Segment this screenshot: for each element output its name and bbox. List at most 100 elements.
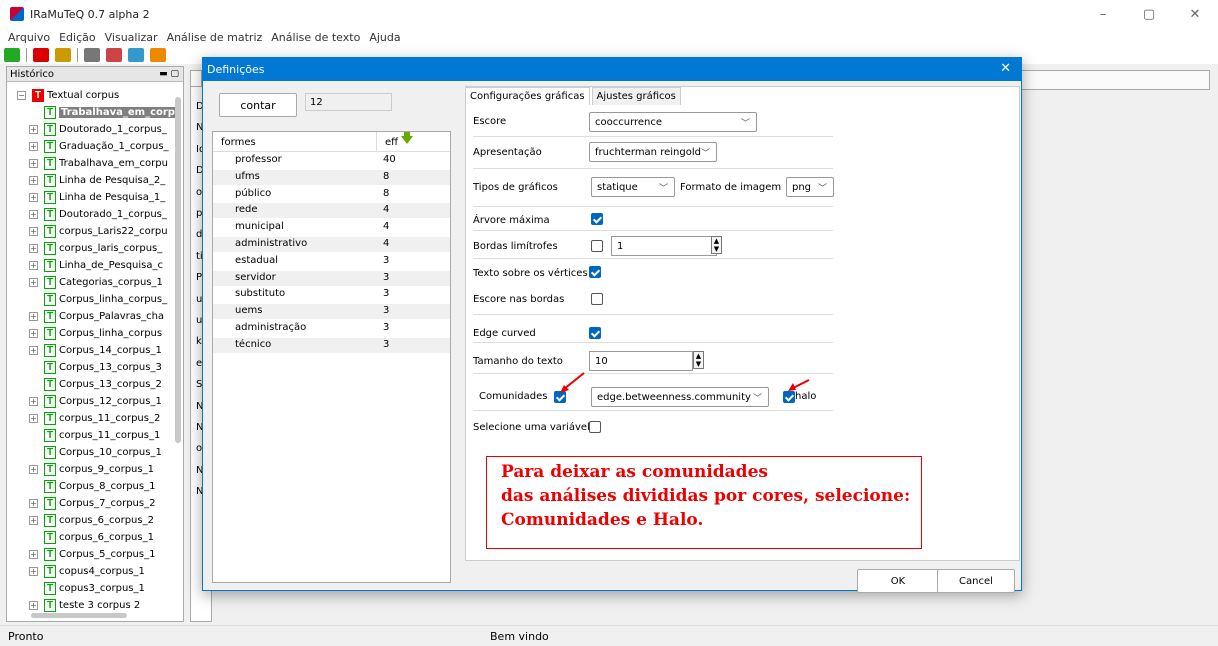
expand-icon[interactable]: + [29, 261, 38, 270]
expand-icon[interactable]: + [29, 465, 38, 474]
tree-item[interactable]: + T Corpus_linha_corpus [7, 325, 183, 342]
menu-ajuda[interactable]: Ajuda [369, 31, 400, 44]
menu-arquivo[interactable]: Arquivo [8, 31, 50, 44]
tree-item[interactable]: T Corpus_10_corpus_1 [7, 444, 183, 461]
maximize-button[interactable]: ▢ [1126, 0, 1172, 28]
image-format-select[interactable]: png ﹀ [786, 177, 834, 197]
column-eff[interactable]: eff [385, 137, 398, 148]
tree-item[interactable]: + T Linha_de_Pesquisa_c [7, 257, 183, 274]
communities-select[interactable]: edge.betweenness.community ﹀ [591, 387, 769, 407]
tree-item[interactable]: − T Textual corpus [7, 87, 183, 104]
count-button[interactable]: contar [219, 93, 297, 117]
expand-icon[interactable]: + [29, 397, 38, 406]
menu-analise-texto[interactable]: Análise de texto [271, 31, 360, 44]
collapse-icon[interactable]: − [17, 91, 26, 100]
list-item[interactable]: professor 40 [213, 153, 450, 168]
tool-icon[interactable] [55, 48, 71, 62]
expand-icon[interactable]: + [29, 414, 38, 423]
expand-icon[interactable]: + [29, 159, 38, 168]
tree-item[interactable]: T Corpus_linha_corpus_ [7, 291, 183, 308]
close-window-button[interactable]: ✕ [1172, 0, 1218, 28]
text-size-spin[interactable]: 10 [589, 351, 693, 371]
menu-edicao[interactable]: Edição [59, 31, 96, 44]
list-item[interactable]: ufms 8 [213, 169, 450, 185]
tree-item[interactable]: Tcorpus_11_corpus_1 [7, 427, 183, 444]
borders-checkbox[interactable] [591, 240, 603, 252]
tree-item[interactable]: T Corpus_13_corpus_2 [7, 376, 183, 393]
tree-item[interactable]: + T Corpus_Palavras_cha [7, 308, 183, 325]
list-item[interactable]: substituto 3 [213, 287, 450, 302]
expand-icon[interactable]: + [29, 210, 38, 219]
expand-icon[interactable]: + [29, 329, 38, 338]
minimize-button[interactable]: – [1080, 0, 1126, 28]
menu-visualizar[interactable]: Visualizar [105, 31, 158, 44]
score-select[interactable]: cooccurrence ﹀ [589, 112, 757, 132]
tree-item[interactable]: + T Corpus_14_corpus_1 [7, 342, 183, 359]
spec-icon[interactable] [150, 48, 166, 62]
tree-item[interactable]: + T Linha de Pesquisa_1_ [7, 189, 183, 206]
text-size-spin-arrows-icon[interactable]: ▲ ▼ [693, 351, 704, 369]
expand-icon[interactable]: + [29, 142, 38, 151]
presentation-select[interactable]: fruchterman reingold ﹀ [589, 142, 717, 162]
expand-icon[interactable]: + [29, 278, 38, 287]
tree-item[interactable]: + T Linha de Pesquisa_2_ [7, 172, 183, 189]
list-item[interactable]: uems 3 [213, 304, 450, 320]
expand-icon[interactable]: + [29, 125, 38, 134]
variable-checkbox[interactable] [589, 421, 601, 433]
list-item[interactable]: municipal 4 [213, 220, 450, 235]
list-item[interactable]: rede 4 [213, 203, 450, 219]
list-item[interactable]: servidor 3 [213, 270, 450, 286]
tree-item[interactable]: + T Corpus_5_corpus_1 [7, 546, 183, 563]
expand-icon[interactable]: + [29, 516, 38, 525]
tab-graphic-config[interactable]: Configurações gráficas [465, 87, 590, 105]
expand-icon[interactable]: + [29, 601, 38, 610]
tree-item[interactable]: + Tcorpus_Laris22_corpu [7, 223, 183, 240]
dialog-close-icon[interactable]: ✕ [1000, 61, 1011, 76]
max-tree-checkbox[interactable] [591, 213, 603, 225]
expand-icon[interactable]: + [29, 567, 38, 576]
tree-item[interactable]: + T Corpus_12_corpus_1 [7, 393, 183, 410]
tree-item[interactable]: + T Corpus_7_corpus_2 [7, 495, 183, 512]
panel-controls-icon[interactable]: ▬ ▢ [159, 69, 183, 79]
graph-type-select[interactable]: statique ﹀ [591, 177, 675, 197]
borders-spin-arrows-icon[interactable]: ▲ ▼ [711, 236, 722, 254]
expand-icon[interactable]: + [29, 244, 38, 253]
tree-item[interactable]: Tcopus3_corpus_1 [7, 580, 183, 597]
borders-spin[interactable]: 1 [611, 236, 717, 256]
edge-score-checkbox[interactable] [591, 293, 603, 305]
forms-list[interactable]: formes eff professor 40 ufms 8 público 8 rede 4… [212, 131, 451, 583]
frame-icon[interactable] [128, 48, 144, 62]
expand-icon[interactable]: + [29, 550, 38, 559]
list-item[interactable]: técnico 3 [213, 337, 450, 353]
list-item[interactable]: estadual 3 [213, 254, 450, 269]
pencil-icon[interactable] [106, 48, 122, 62]
tree-item[interactable]: + Tcopus4_corpus_1 [7, 563, 183, 580]
tree-item[interactable]: + T Trabalhava_em_corpu [7, 155, 183, 172]
stats-icon[interactable] [84, 48, 100, 62]
expand-icon[interactable]: + [29, 499, 38, 508]
tree-item[interactable]: + Tcorpus_6_corpus_2 [7, 512, 183, 529]
list-item[interactable]: administrativo 4 [213, 237, 450, 252]
main-tab[interactable] [190, 70, 202, 86]
ok-button[interactable]: OK [857, 569, 939, 593]
expand-icon[interactable]: + [29, 346, 38, 355]
tree-item[interactable]: T Trabalhava_em_corp [7, 104, 183, 121]
sort-down-icon[interactable] [401, 136, 413, 144]
tree-item[interactable]: T Corpus_8_corpus_1 [7, 478, 183, 495]
cancel-button[interactable]: Cancel [937, 569, 1015, 593]
tree-item[interactable]: + T Categorias_corpus_1 [7, 274, 183, 291]
tree-item[interactable]: T Corpus_13_corpus_3 [7, 359, 183, 376]
expand-icon[interactable]: + [29, 193, 38, 202]
tree-item[interactable]: + T Graduação_1_corpus_ [7, 138, 183, 155]
edge-curved-checkbox[interactable] [589, 327, 601, 339]
expand-icon[interactable]: + [29, 176, 38, 185]
tree-item[interactable]: + Tcorpus_9_corpus_1 [7, 461, 183, 478]
vertex-text-checkbox[interactable] [589, 266, 601, 278]
menu-analise-matriz[interactable]: Análise de matriz [167, 31, 263, 44]
tree-item[interactable]: + Tcorpus_11_corpus_2 [7, 410, 183, 427]
tree-item[interactable]: Tcorpus_6_corpus_1 [7, 529, 183, 546]
tab-graphic-adjust[interactable]: Ajustes gráficos [591, 87, 681, 105]
column-formes[interactable]: formes [221, 137, 256, 148]
expand-icon[interactable]: + [29, 312, 38, 321]
tree-item[interactable]: + T Doutorado_1_corpus_ [7, 121, 183, 138]
